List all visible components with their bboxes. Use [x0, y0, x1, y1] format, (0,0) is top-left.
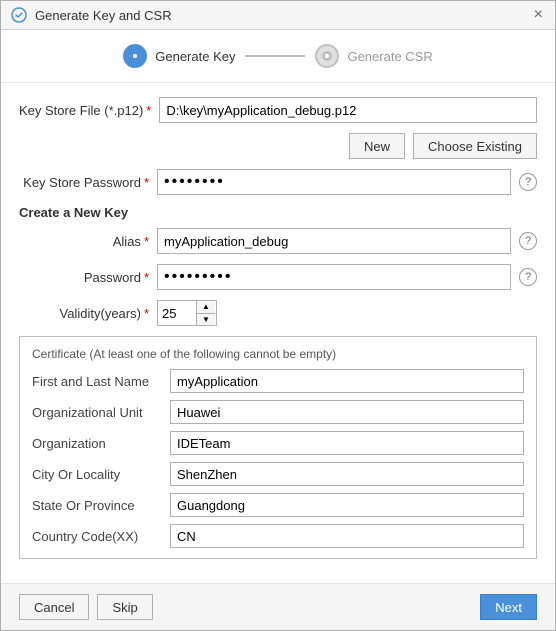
keystore-file-row: Key Store File (*.p12)* [19, 97, 537, 123]
alias-label: Alias* [19, 234, 149, 249]
certificate-section: Certificate (At least one of the followi… [19, 336, 537, 559]
keystore-password-input[interactable] [157, 169, 511, 195]
skip-button[interactable]: Skip [97, 594, 152, 620]
cert-org-unit-input[interactable] [170, 400, 524, 424]
cert-first-last-name-input[interactable] [170, 369, 524, 393]
app-icon [11, 7, 27, 23]
validity-decrement-button[interactable]: ▼ [197, 314, 215, 326]
new-button[interactable]: New [349, 133, 405, 159]
keystore-buttons-row: New Choose Existing [19, 133, 537, 159]
step-generate-csr: Generate CSR [315, 44, 432, 68]
validity-row: Validity(years)* ▲ ▼ [19, 300, 537, 326]
alias-input[interactable] [157, 228, 511, 254]
steps-bar: Generate Key Generate CSR [1, 30, 555, 83]
password-row: Password* ? [19, 264, 537, 290]
step1-circle [123, 44, 147, 68]
cancel-button[interactable]: Cancel [19, 594, 89, 620]
validity-spinner-buttons: ▲ ▼ [196, 301, 215, 325]
keystore-password-label: Key Store Password* [19, 175, 149, 190]
cert-first-last-name-row: First and Last Name [32, 369, 524, 393]
alias-row: Alias* ? [19, 228, 537, 254]
cert-org-unit-row: Organizational Unit [32, 400, 524, 424]
step-connector [245, 55, 305, 57]
next-button[interactable]: Next [480, 594, 537, 620]
choose-existing-button[interactable]: Choose Existing [413, 133, 537, 159]
title-bar: Generate Key and CSR × [1, 1, 555, 30]
validity-label: Validity(years)* [19, 306, 149, 321]
password-input[interactable] [157, 264, 511, 290]
keystore-file-input[interactable] [159, 97, 537, 123]
close-button[interactable]: × [532, 7, 545, 23]
cert-country-input[interactable] [170, 524, 524, 548]
cert-city-label: City Or Locality [32, 467, 162, 482]
cert-city-row: City Or Locality [32, 462, 524, 486]
validity-increment-button[interactable]: ▲ [197, 301, 215, 314]
keystore-password-row: Key Store Password* ? [19, 169, 537, 195]
step2-circle [315, 44, 339, 68]
certificate-box-title: Certificate (At least one of the followi… [32, 347, 524, 361]
validity-spinner: ▲ ▼ [157, 300, 217, 326]
cert-country-label: Country Code(XX) [32, 529, 162, 544]
cert-state-row: State Or Province [32, 493, 524, 517]
step2-label: Generate CSR [347, 49, 432, 64]
footer-left-buttons: Cancel Skip [19, 594, 153, 620]
cert-state-label: State Or Province [32, 498, 162, 513]
step-generate-key: Generate Key [123, 44, 235, 68]
cert-org-label: Organization [32, 436, 162, 451]
dialog-title: Generate Key and CSR [35, 8, 524, 23]
generate-key-csr-dialog: Generate Key and CSR × Generate Key Gene… [0, 0, 556, 631]
alias-help-icon[interactable]: ? [519, 232, 537, 250]
cert-org-row: Organization [32, 431, 524, 455]
keystore-file-label: Key Store File (*.p12)* [19, 103, 151, 118]
keystore-password-help-icon[interactable]: ? [519, 173, 537, 191]
cert-org-input[interactable] [170, 431, 524, 455]
validity-input[interactable] [158, 301, 196, 325]
cert-country-row: Country Code(XX) [32, 524, 524, 548]
dialog-content: Key Store File (*.p12)* New Choose Exist… [1, 83, 555, 583]
cert-city-input[interactable] [170, 462, 524, 486]
cert-org-unit-label: Organizational Unit [32, 405, 162, 420]
cert-state-input[interactable] [170, 493, 524, 517]
dialog-footer: Cancel Skip Next [1, 583, 555, 630]
create-new-key-title: Create a New Key [19, 205, 537, 220]
step1-label: Generate Key [155, 49, 235, 64]
cert-first-last-name-label: First and Last Name [32, 374, 162, 389]
password-help-icon[interactable]: ? [519, 268, 537, 286]
password-label: Password* [19, 270, 149, 285]
